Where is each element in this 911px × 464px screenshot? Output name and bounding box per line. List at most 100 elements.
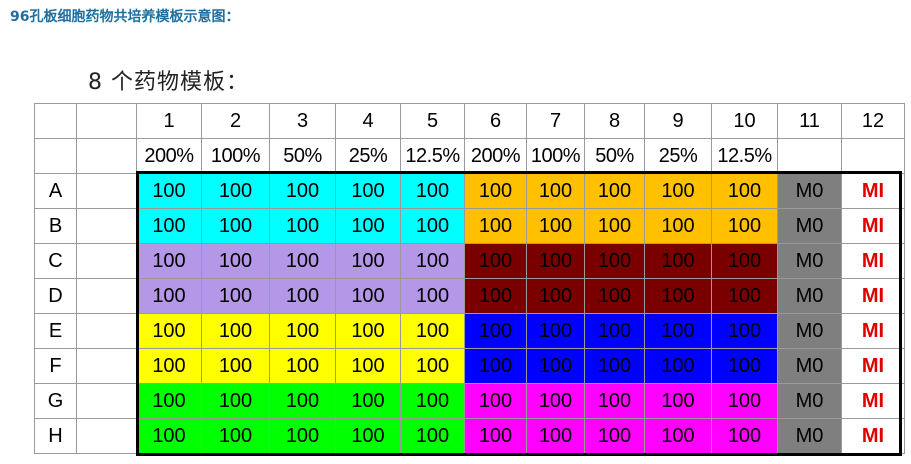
template-subtitle: 8 个药物模板： [88,70,249,95]
well-cell: 100 [136,208,202,244]
concentration-label: 200% [136,138,202,174]
concentration-label: 100% [201,138,270,174]
well-cell: 100 [335,313,401,349]
well-cell: 100 [526,243,585,279]
well-cell: 100 [269,313,336,349]
concentration-label [777,138,842,174]
control-mi-cell: MI [841,173,905,209]
well-cell: 100 [136,383,202,419]
concentration-label: 50% [584,138,645,174]
plate-row: F 100 100 100 100 100 100 100 100 100 100 M0 MI [34,348,905,384]
row-label: B [34,208,77,244]
well-cell: 100 [269,418,336,454]
well-cell: 100 [526,348,585,384]
concentration-label: 25% [644,138,712,174]
well-cell: 100 [584,243,645,279]
well-cell: 100 [526,173,585,209]
plate-row: G 100 100 100 100 100 100 100 100 100 100 M0 MI [34,383,905,419]
well-cell: 100 [644,243,712,279]
concentration-label: 100% [526,138,585,174]
well-cell: 100 [464,208,527,244]
well-cell: 100 [584,208,645,244]
well-cell: 100 [464,348,527,384]
column-number: 7 [526,103,585,139]
well-cell: 100 [584,348,645,384]
well-cell: 100 [201,208,270,244]
control-mi-cell: MI [841,208,905,244]
control-m0-cell: M0 [777,173,842,209]
well-cell: 100 [584,173,645,209]
plate-row: D 100 100 100 100 100 100 100 100 100 100 M0 MI [34,278,905,314]
plate-row: A 100 100 100 100 100 100 100 100 100 100 M0 MI [34,173,905,209]
well-cell: 100 [584,418,645,454]
well-cell: 100 [711,243,778,279]
plate-table: 1 2 3 4 5 6 7 8 9 10 11 12 200% 100% 50% 25% 12.5% 200% 10… [34,103,905,454]
plate-row: B 100 100 100 100 100 100 100 100 100 100 M0 MI [34,208,905,244]
well-cell: 100 [136,348,202,384]
well-cell: 100 [335,418,401,454]
blank-cell [76,313,137,349]
corner-cell [34,103,77,139]
column-number: 11 [777,103,842,139]
blank-cell [76,173,137,209]
column-number: 1 [136,103,202,139]
row-label: E [34,313,77,349]
well-cell: 100 [400,278,465,314]
control-mi-cell: MI [841,243,905,279]
well-cell: 100 [526,278,585,314]
control-m0-cell: M0 [777,243,842,279]
well-cell: 100 [711,348,778,384]
column-number: 12 [841,103,905,139]
well-cell: 100 [201,243,270,279]
well-cell: 100 [136,418,202,454]
column-number: 4 [335,103,401,139]
well-cell: 100 [335,173,401,209]
well-cell: 100 [711,208,778,244]
page-heading: 96孔板细胞药物共培养模板示意图： [10,9,240,25]
well-cell: 100 [526,418,585,454]
well-cell: 100 [644,348,712,384]
well-cell: 100 [201,348,270,384]
well-cell: 100 [711,418,778,454]
well-cell: 100 [400,418,465,454]
well-cell: 100 [201,383,270,419]
column-number: 2 [201,103,270,139]
blank-cell [76,208,137,244]
well-cell: 100 [335,383,401,419]
row-label: G [34,383,77,419]
well-cell: 100 [711,383,778,419]
well-cell: 100 [136,243,202,279]
well-cell: 100 [711,313,778,349]
concentration-label: 25% [335,138,401,174]
concentration-label: 12.5% [711,138,778,174]
concentration-label [841,138,905,174]
blank-cell [76,278,137,314]
control-m0-cell: M0 [777,208,842,244]
concentration-label: 12.5% [400,138,465,174]
well-cell: 100 [644,383,712,419]
well-cell: 100 [584,278,645,314]
well-cell: 100 [269,173,336,209]
row-label: D [34,278,77,314]
well-cell: 100 [335,348,401,384]
well-cell: 100 [335,243,401,279]
well-cell: 100 [136,278,202,314]
well-cell: 100 [526,313,585,349]
well-cell: 100 [464,278,527,314]
well-cell: 100 [400,313,465,349]
well-cell: 100 [136,313,202,349]
control-mi-cell: MI [841,278,905,314]
well-cell: 100 [335,208,401,244]
plate-row: C 100 100 100 100 100 100 100 100 100 100 M0 MI [34,243,905,279]
control-mi-cell: MI [841,348,905,384]
column-number: 3 [269,103,336,139]
corner-cell [76,103,137,139]
well-cell: 100 [464,383,527,419]
control-m0-cell: M0 [777,278,842,314]
well-cell: 100 [644,208,712,244]
control-m0-cell: M0 [777,383,842,419]
column-number: 9 [644,103,712,139]
corner-cell [34,138,77,174]
well-cell: 100 [400,208,465,244]
well-cell: 100 [526,208,585,244]
